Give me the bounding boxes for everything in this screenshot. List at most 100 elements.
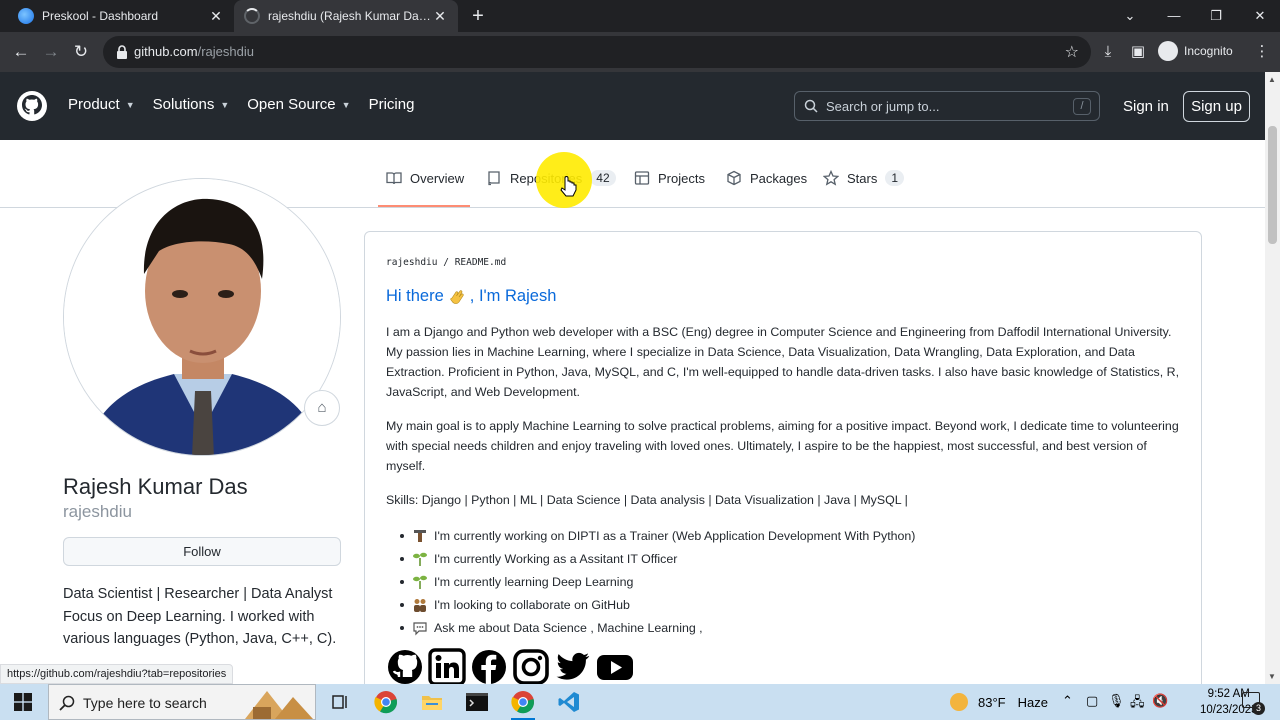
readme-paragraph-goal: My main goal is to apply Machine Learnin… [386,419,1179,473]
chrome-icon[interactable] [374,690,398,714]
meet-now-icon[interactable]: ▢ [1086,693,1098,709]
search-icon [59,695,75,711]
readme-path-file[interactable]: README.md [455,257,506,268]
chevron-down-icon: ▼ [220,99,230,110]
github-search-input[interactable]: Search or jump to... / [794,91,1100,121]
nav-open-source[interactable]: Open Source ▼ [247,96,350,113]
mouse-pointer-icon [560,176,577,197]
bookmark-star-icon[interactable]: ☆ [1065,42,1079,62]
tab-search-chevron-icon[interactable]: ⌄ [1108,0,1152,32]
waving-hand-icon [450,289,464,304]
browser-toolbar: ← → ↻ github.com/rajeshdiu ☆ ⤓ ▣ Incogni… [0,32,1280,104]
minimize-button[interactable]: — [1152,0,1196,32]
tab-packages[interactable]: Packages [726,170,807,186]
terminal-icon[interactable] [465,690,489,714]
file-explorer-icon[interactable] [420,690,444,714]
list-item-text: I'm currently learning Deep Learning [434,574,634,589]
tab-overview[interactable]: Overview [386,170,464,186]
back-button[interactable]: ← [9,40,33,64]
volume-muted-icon[interactable]: 🔇 [1152,693,1168,709]
nav-product[interactable]: Product ▼ [68,96,135,113]
chevron-down-icon: ▼ [125,99,135,110]
nav-product-label: Product [68,96,120,113]
follow-button[interactable]: Follow [63,537,341,566]
tab-projects[interactable]: Projects [634,170,705,186]
taskbar-search-box[interactable]: Type here to search [48,684,316,720]
nav-pricing-label: Pricing [368,96,415,113]
readme-path: rajeshdiu / README.md [386,257,506,268]
profile-username: rajeshdiu [63,502,132,521]
browser-tab-title: rajeshdiu (Rajesh Kumar Das) · GitHub [268,9,432,23]
active-tab-underline [378,205,470,207]
incognito-profile-button[interactable]: Incognito [1158,41,1233,61]
star-icon [823,170,839,186]
scroll-down-arrow-icon[interactable]: ▼ [1268,672,1276,681]
scrollbar-thumb[interactable] [1268,126,1277,244]
profile-photo [64,179,340,455]
github-logo-icon[interactable] [16,90,48,122]
incognito-label: Incognito [1184,44,1233,58]
browser-tab-preskool[interactable]: Preskool - Dashboard ✕ [8,0,234,32]
chrome-active-icon[interactable] [511,690,535,720]
nav-pricing[interactable]: Pricing [369,96,415,113]
new-tab-button[interactable]: + [466,4,490,28]
instagram-icon[interactable] [512,648,550,686]
tab-stars[interactable]: Stars 1 [823,170,905,186]
sign-up-button[interactable]: Sign up [1183,91,1250,122]
readme-skills: Skills: Django | Python | ML | Data Scie… [386,493,908,507]
restore-button[interactable]: ❐ [1194,0,1238,32]
bullet-dot [400,556,404,561]
tab-overview-label: Overview [410,170,465,186]
browser-tab-strip: Preskool - Dashboard ✕ rajeshdiu (Rajesh… [0,0,1280,32]
windows-start-icon[interactable] [14,693,32,711]
vscode-icon[interactable] [557,690,581,714]
haze-sun-icon [950,693,968,711]
close-tab-icon[interactable]: ✕ [208,8,224,25]
github-icon[interactable] [386,648,424,686]
book-icon [386,172,402,185]
sign-in-link[interactable]: Sign in [1123,98,1169,115]
network-icon[interactable]: 🖧 [1130,693,1145,715]
repo-icon [488,171,500,186]
forward-button[interactable]: → [39,40,63,64]
profile-full-name: Rajesh Kumar Das [63,474,248,499]
weather-widget[interactable]: 83°F Haze [950,693,1048,711]
bullet-dot [400,602,404,607]
bullet-dot [400,625,404,630]
browser-menu-icon[interactable]: ⋮ [1252,42,1272,62]
windows-taskbar: Type here to search 83°F Haze ⌃ ▢ 🎙 🖧 🔇 … [0,684,1280,720]
loading-spinner-icon [244,8,260,24]
notification-center-icon[interactable]: 3 [1242,692,1265,715]
profile-avatar[interactable] [63,178,341,456]
scroll-up-arrow-icon[interactable]: ▲ [1268,75,1276,84]
package-icon [727,170,741,186]
tab-stars-label: Stars [847,170,878,186]
side-panel-icon[interactable]: ▣ [1128,42,1148,62]
list-item-text: I'm looking to collaborate on GitHub [434,597,630,612]
address-bar[interactable]: github.com/rajeshdiu ☆ [103,36,1091,68]
browser-tab-github[interactable]: rajeshdiu (Rajesh Kumar Das) · GitHub ✕ [234,0,458,32]
chevron-up-icon[interactable]: ⌃ [1062,693,1073,709]
twitter-icon[interactable] [554,648,592,686]
linkedin-icon[interactable] [428,648,466,686]
close-window-button[interactable]: ✕ [1238,0,1280,32]
repositories-count-badge: 42 [590,170,616,186]
task-view-icon[interactable] [328,690,352,714]
microphone-icon[interactable]: 🎙 [1108,693,1125,709]
reload-button[interactable]: ↻ [69,40,93,64]
readme-path-user[interactable]: rajeshdiu [386,257,437,268]
list-item: I'm currently learning Deep Learning [400,570,915,593]
search-icon [804,99,818,113]
nav-open-source-label: Open Source [247,96,336,113]
home-icon[interactable]: ⌂ [304,390,340,426]
facebook-icon[interactable] [470,648,508,686]
tab-projects-label: Projects [658,170,705,186]
youtube-icon[interactable] [596,648,634,686]
nav-solutions[interactable]: Solutions ▼ [153,96,230,113]
browser-tab-title: Preskool - Dashboard [42,9,159,23]
chevron-down-icon: ▼ [341,99,351,110]
bullet-dot [400,533,404,538]
close-tab-icon[interactable]: ✕ [432,8,448,25]
page-scrollbar[interactable]: ▲ ▼ [1265,72,1280,684]
download-icon[interactable]: ⤓ [1098,42,1118,62]
